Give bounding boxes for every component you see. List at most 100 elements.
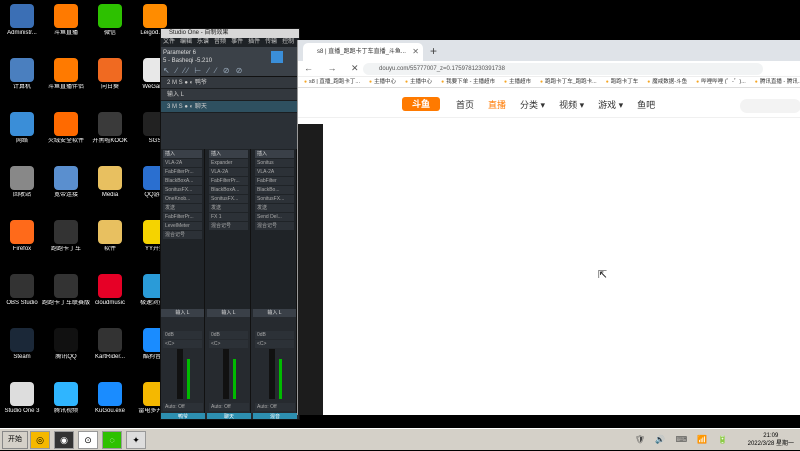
insert-slot[interactable]: SonitusFX...	[163, 186, 202, 194]
insert-header[interactable]: 插入	[163, 150, 202, 158]
channel-input[interactable]: 输入 L	[253, 309, 296, 317]
menu-bar[interactable]: 文件 编辑 乐谱 音频 事件 插件 传输 控制	[161, 38, 299, 47]
douyu-logo[interactable]: 斗鱼	[402, 97, 440, 111]
browser-window[interactable]: s8 | 直播_跑跑卡丁车直播_斗鱼... ✕ + ← → ✕ douyu.com…	[297, 40, 800, 415]
channel-name[interactable]: 混音	[253, 413, 297, 419]
insert-slot[interactable]: VLA-2A	[209, 168, 248, 176]
new-tab-button[interactable]: +	[430, 44, 437, 58]
desktop-icon[interactable]: 腾讯QQ	[41, 328, 91, 361]
bookmark-item[interactable]: 我要下单 - 主播超市	[441, 79, 495, 85]
bookmark-item[interactable]: 腾讯直播 - 腾讯...	[755, 79, 800, 85]
desktop-icon[interactable]: 回收站	[0, 166, 47, 199]
desktop-icon[interactable]: 计算机	[0, 58, 47, 91]
bookmark-item[interactable]: 主播超市	[504, 79, 531, 85]
taskbar-chrome-icon[interactable]: ⊙	[78, 431, 98, 449]
bookmark-item[interactable]: 主播中心	[405, 79, 432, 85]
site-nav-item[interactable]: 首页	[456, 100, 474, 110]
insert-slot[interactable]: LevelMeter	[163, 222, 202, 230]
channel-pan[interactable]: <C>	[163, 340, 202, 348]
taskbar-douyu-icon[interactable]: ◎	[30, 431, 50, 449]
desktop-icon[interactable]: 向日葵	[85, 58, 135, 91]
track-row[interactable]: 输入 L	[161, 89, 299, 101]
menu-item[interactable]: 音频	[214, 39, 226, 45]
site-nav-item[interactable]: 分类 ▾	[520, 100, 545, 110]
desktop-icon[interactable]: OBS Studio	[0, 274, 47, 307]
nav-buttons[interactable]: ← → ✕	[304, 63, 365, 74]
fader[interactable]	[177, 349, 183, 399]
insert-slot[interactable]: SonitusFX...	[255, 195, 294, 203]
insert-slot[interactable]: FabFilterPr...	[209, 177, 248, 185]
insert-slot[interactable]: FabFilterPr...	[163, 168, 202, 176]
channel-pan[interactable]: <C>	[255, 340, 294, 348]
search-input[interactable]	[740, 99, 800, 113]
automation-mode[interactable]: Auto: Off	[255, 403, 295, 411]
desktop-icon[interactable]: 跑跑卡丁车联赛版	[41, 274, 91, 307]
desktop-icon[interactable]: Steam	[0, 328, 47, 361]
menu-item[interactable]: 文件	[163, 39, 175, 45]
insert-slot[interactable]: Sonitus	[255, 159, 294, 167]
insert-header[interactable]: 插入	[209, 150, 248, 158]
clock[interactable]: 21:09 2022/3/28 星期一	[748, 432, 794, 448]
desktop-icon[interactable]: 斗鱼直播	[41, 4, 91, 37]
site-nav-item[interactable]: 游戏 ▾	[598, 100, 623, 110]
insert-slot[interactable]: VLA-2A	[255, 168, 294, 176]
edit-tools[interactable]: ↖ ∕ ∕∕ ⊢ ∕ ∕ ⊘ ⊘	[163, 66, 244, 75]
desktop-icon[interactable]: 网络	[0, 112, 47, 145]
menu-item[interactable]: 编辑	[180, 39, 192, 45]
track-row[interactable]: 3 M S ● ◐ 聊天	[161, 101, 299, 113]
channel-name[interactable]: 聊天	[207, 413, 251, 419]
desktop-icon[interactable]: 跑跑卡丁车	[41, 220, 91, 253]
taskbar-wechat-icon[interactable]: ◌	[102, 431, 122, 449]
menu-item[interactable]: 控制	[282, 39, 294, 45]
insert-slot[interactable]: 发送	[209, 204, 248, 212]
taskbar-obs-icon[interactable]: ◉	[54, 431, 74, 449]
bookmark-item[interactable]: 主播中心	[369, 79, 396, 85]
menu-item[interactable]: 乐谱	[197, 39, 209, 45]
desktop-icon[interactable]: Firefox	[0, 220, 47, 253]
bookmark-item[interactable]: 哔哩哔哩 (゜-゜)...	[696, 79, 746, 85]
arrow-tool-button[interactable]	[271, 51, 283, 63]
insert-slot[interactable]: 混合记号	[163, 231, 202, 239]
insert-slot[interactable]: FabFilter	[255, 177, 294, 185]
insert-slot[interactable]: BlackBoxA...	[163, 177, 202, 185]
desktop-icon[interactable]: 微信	[85, 4, 135, 37]
bookmark-item[interactable]: 跑跑卡丁车	[606, 79, 639, 85]
insert-slot[interactable]: OneKnob...	[163, 195, 202, 203]
desktop-icon[interactable]: Studio One 3	[0, 382, 47, 415]
browser-tab[interactable]: s8 | 直播_跑跑卡丁车直播_斗鱼... ✕	[303, 43, 423, 61]
fader[interactable]	[223, 349, 229, 399]
desktop-icon[interactable]: 软件	[85, 220, 135, 253]
insert-slot[interactable]: FabFilterPr...	[163, 213, 202, 221]
insert-slot[interactable]: 混合记号	[255, 222, 294, 230]
taskbar-studio-one-icon[interactable]: ✦	[126, 431, 146, 449]
desktop-icon[interactable]: KuGou.exe	[85, 382, 135, 415]
parameter-value[interactable]: -5.210	[195, 58, 212, 64]
insert-slot[interactable]: 混合记号	[209, 222, 248, 230]
bookmark-item[interactable]: 魔戒数据-斗鱼	[647, 79, 687, 85]
tray-icons[interactable]: 🛡 🔊 ⌨ 📶 🔋	[635, 435, 731, 444]
studio-one-window[interactable]: Studio One - 自制效果 文件 编辑 乐谱 音频 事件 插件 传输 控制 Param…	[160, 28, 300, 420]
channel-name[interactable]: 鸭爷	[161, 413, 205, 419]
menu-item[interactable]: 传输	[265, 39, 277, 45]
channel-input[interactable]: 输入 L	[207, 309, 250, 317]
bookmark-item[interactable]: s8 | 直播_跑跑卡丁...	[304, 79, 360, 85]
site-nav-item[interactable]: 直播	[488, 100, 506, 110]
close-icon[interactable]: ✕	[412, 43, 419, 61]
desktop-icon[interactable]: 开黑啦KOOK	[85, 112, 135, 145]
site-nav-item[interactable]: 视频 ▾	[559, 100, 584, 110]
insert-slot[interactable]: BlackBo...	[255, 186, 294, 194]
start-button[interactable]: 开始	[2, 431, 28, 449]
bookmark-item[interactable]: 跑跑卡丁车_跑跑卡...	[540, 79, 597, 85]
desktop-icon[interactable]: 火绒安全软件	[41, 112, 91, 145]
insert-slot[interactable]: 发送	[163, 204, 202, 212]
automation-mode[interactable]: Auto: Off	[209, 403, 249, 411]
address-bar[interactable]: douyu.com/55777007_z=0.1759781230391738	[363, 63, 763, 75]
menu-item[interactable]: 插件	[248, 39, 260, 45]
desktop-icon[interactable]: 斗鱼直播伴侣	[41, 58, 91, 91]
insert-slot[interactable]: 发送	[255, 204, 294, 212]
insert-header[interactable]: 插入	[255, 150, 294, 158]
desktop-icon[interactable]: 宽带连接	[41, 166, 91, 199]
desktop-icon[interactable]: Administr...	[0, 4, 47, 37]
desktop-icon[interactable]: 腾讯视频	[41, 382, 91, 415]
insert-slot[interactable]: Send Del...	[255, 213, 294, 221]
